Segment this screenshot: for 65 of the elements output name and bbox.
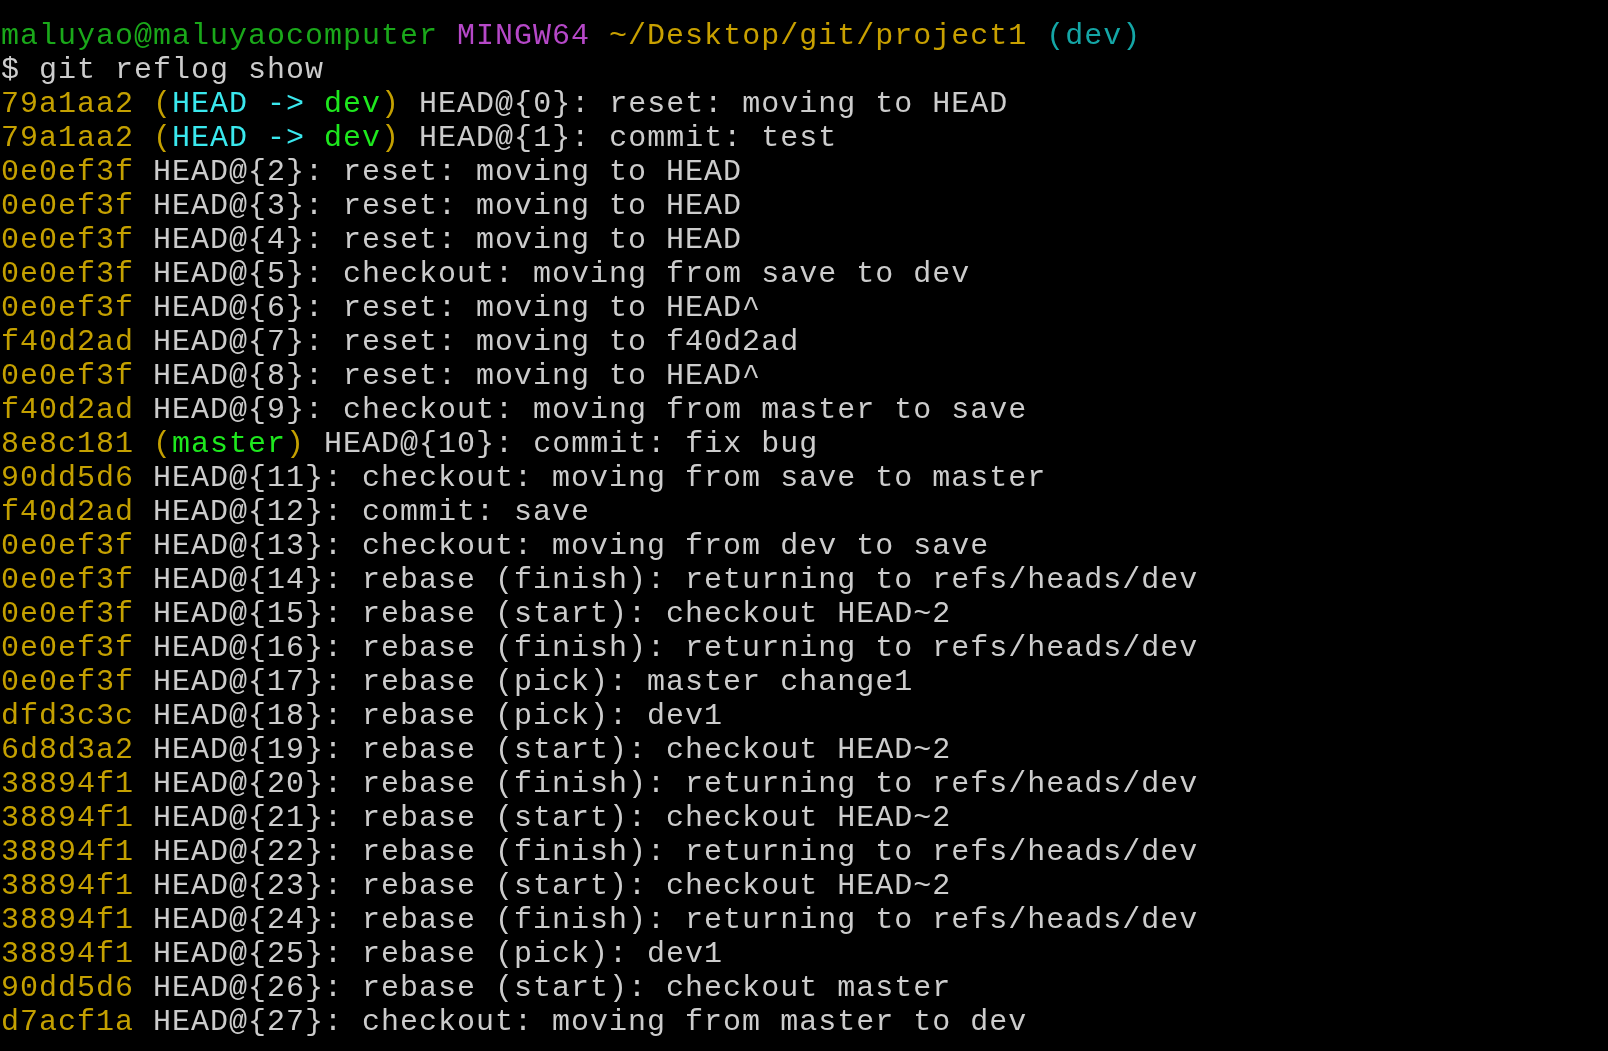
commit-hash: 0e0ef3f xyxy=(1,665,135,699)
reflog-message: HEAD@{27}: checkout: moving from master to dev xyxy=(153,1005,1028,1039)
reflog-message: HEAD@{19}: rebase (start): checkout HEAD~2 xyxy=(153,733,952,767)
reflog-message: HEAD@{11}: checkout: moving from save to master xyxy=(153,461,1047,495)
commit-hash: 38894f1 xyxy=(1,903,135,937)
commit-hash: dfd3c3c xyxy=(1,699,135,733)
commit-hash: f40d2ad xyxy=(1,325,135,359)
ref-decoration: (HEAD -> dev) xyxy=(153,121,401,155)
prompt-user-host: maluyao@maluyaocomputer xyxy=(1,19,439,53)
reflog-message: HEAD@{22}: rebase (finish): returning to refs/heads/dev xyxy=(153,835,1199,869)
commit-hash: f40d2ad xyxy=(1,393,135,427)
command-text: git reflog show xyxy=(39,53,325,87)
reflog-message: HEAD@{21}: rebase (start): checkout HEAD~2 xyxy=(153,801,952,835)
reflog-message: HEAD@{18}: rebase (pick): dev1 xyxy=(153,699,724,733)
reflog-message: HEAD@{1}: commit: test xyxy=(419,121,838,155)
reflog-message: HEAD@{14}: rebase (finish): returning to refs/heads/dev xyxy=(153,563,1199,597)
reflog-message: HEAD@{26}: rebase (start): checkout master xyxy=(153,971,952,1005)
reflog-message: HEAD@{12}: commit: save xyxy=(153,495,591,529)
prompt-system-name: MINGW64 xyxy=(457,19,591,53)
commit-hash: 6d8d3a2 xyxy=(1,733,135,767)
reflog-message: HEAD@{0}: reset: moving to HEAD xyxy=(419,87,1009,121)
reflog-message: HEAD@{6}: reset: moving to HEAD^ xyxy=(153,291,762,325)
reflog-message: HEAD@{16}: rebase (finish): returning to refs/heads/dev xyxy=(153,631,1199,665)
commit-hash: 0e0ef3f xyxy=(1,223,135,257)
reflog-message: HEAD@{13}: checkout: moving from dev to save xyxy=(153,529,990,563)
commit-hash: f40d2ad xyxy=(1,495,135,529)
commit-hash: 0e0ef3f xyxy=(1,563,135,597)
commit-hash: 0e0ef3f xyxy=(1,529,135,563)
commit-hash: 0e0ef3f xyxy=(1,155,135,189)
reflog-message: HEAD@{7}: reset: moving to f40d2ad xyxy=(153,325,800,359)
commit-hash: 38894f1 xyxy=(1,835,135,869)
commit-hash: 38894f1 xyxy=(1,869,135,903)
commit-hash: 0e0ef3f xyxy=(1,631,135,665)
commit-hash: 38894f1 xyxy=(1,801,135,835)
reflog-message: HEAD@{24}: rebase (finish): returning to refs/heads/dev xyxy=(153,903,1199,937)
reflog-message: HEAD@{5}: checkout: moving from save to dev xyxy=(153,257,971,291)
reflog-message: HEAD@{17}: rebase (pick): master change1 xyxy=(153,665,914,699)
prompt-path: ~/Desktop/git/project1 xyxy=(609,19,1028,53)
commit-hash: 0e0ef3f xyxy=(1,597,135,631)
commit-hash: 8e8c181 xyxy=(1,427,135,461)
reflog-message: HEAD@{9}: checkout: moving from master to save xyxy=(153,393,1028,427)
ref-decoration: (master) xyxy=(153,427,306,461)
reflog-message: HEAD@{15}: rebase (start): checkout HEAD~2 xyxy=(153,597,952,631)
prompt-branch: (dev) xyxy=(1046,19,1142,53)
commit-hash: 90dd5d6 xyxy=(1,461,135,495)
reflog-message: HEAD@{3}: reset: moving to HEAD xyxy=(153,189,743,223)
reflog-message: HEAD@{25}: rebase (pick): dev1 xyxy=(153,937,724,971)
commit-hash: d7acf1a xyxy=(1,1005,135,1039)
commit-hash: 79a1aa2 xyxy=(1,121,135,155)
commit-hash: 38894f1 xyxy=(1,767,135,801)
commit-hash: 0e0ef3f xyxy=(1,189,135,223)
commit-hash: 0e0ef3f xyxy=(1,359,135,393)
commit-hash: 0e0ef3f xyxy=(1,257,135,291)
reflog-message: HEAD@{2}: reset: moving to HEAD xyxy=(153,155,743,189)
reflog-message: HEAD@{8}: reset: moving to HEAD^ xyxy=(153,359,762,393)
reflog-message: HEAD@{20}: rebase (finish): returning to refs/heads/dev xyxy=(153,767,1199,801)
ref-decoration: (HEAD -> dev) xyxy=(153,87,401,121)
reflog-message: HEAD@{10}: commit: fix bug xyxy=(324,427,819,461)
commit-hash: 79a1aa2 xyxy=(1,87,135,121)
reflog-message: HEAD@{23}: rebase (start): checkout HEAD~2 xyxy=(153,869,952,903)
commit-hash: 0e0ef3f xyxy=(1,291,135,325)
reflog-message: HEAD@{4}: reset: moving to HEAD xyxy=(153,223,743,257)
commit-hash: 90dd5d6 xyxy=(1,971,135,1005)
prompt-symbol: $ xyxy=(1,53,20,87)
commit-hash: 38894f1 xyxy=(1,937,135,971)
